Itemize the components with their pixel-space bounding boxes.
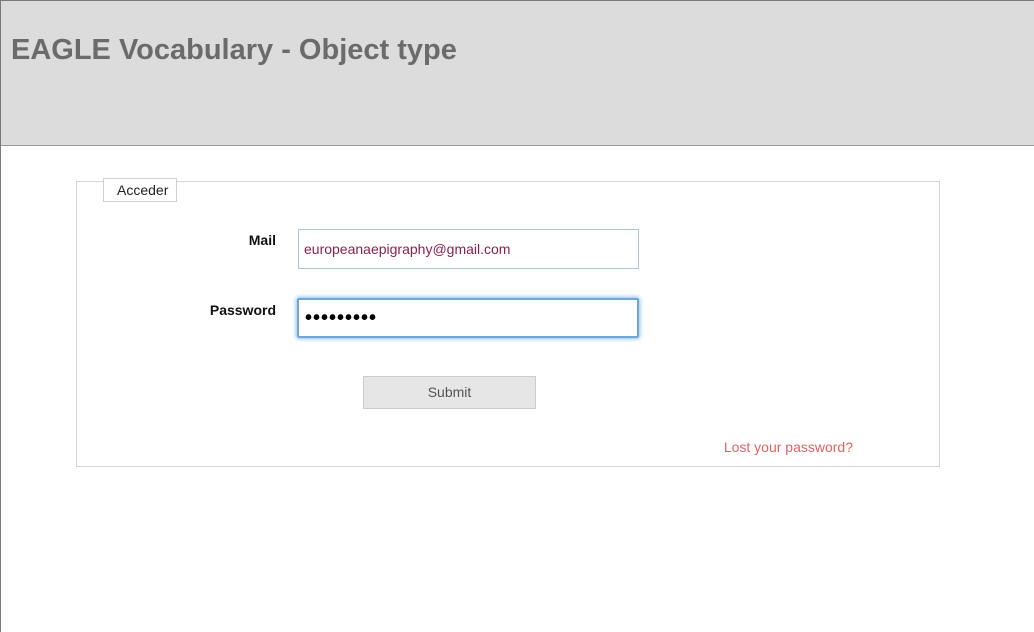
password-label: Password [209,302,276,318]
page-header: EAGLE Vocabulary - Object type [1,1,1034,146]
mail-label: Mail [248,232,276,248]
mail-field[interactable] [298,229,639,269]
submit-button[interactable]: Submit [363,376,536,409]
lost-password-link[interactable]: Lost your password? [724,439,853,455]
login-legend: Acceder [103,178,178,202]
browser-page: EAGLE Vocabulary - Object type Acceder M… [0,0,1034,632]
password-field[interactable] [297,298,639,338]
page-title: EAGLE Vocabulary - Object type [11,34,457,66]
login-fieldset: Acceder Mail Password Submit Lost your p… [76,178,940,467]
